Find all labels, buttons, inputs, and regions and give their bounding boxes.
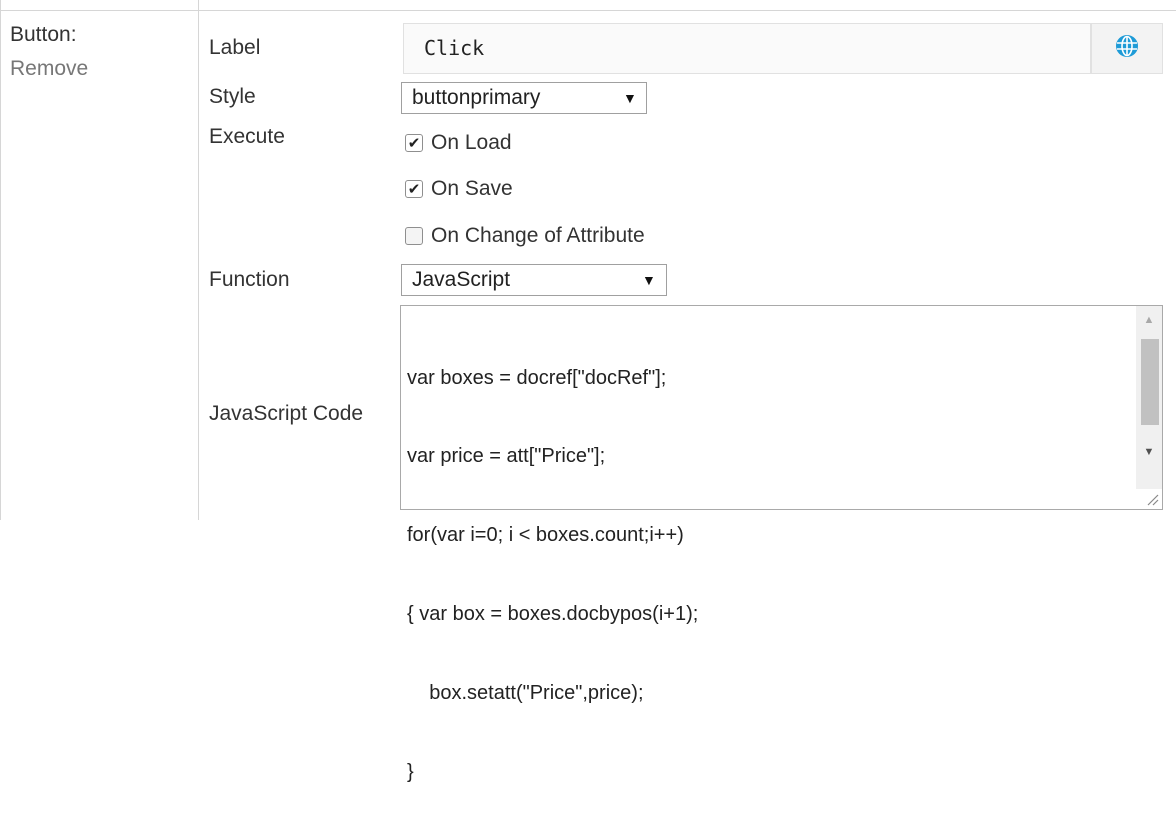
- code-line: var price = att["Price"];: [407, 445, 606, 468]
- remove-link[interactable]: Remove: [10, 56, 88, 82]
- style-select[interactable]: buttonprimary ▼: [401, 82, 647, 114]
- globe-icon: [1115, 34, 1139, 63]
- translate-button[interactable]: [1091, 23, 1163, 74]
- function-select-value: JavaScript: [412, 268, 511, 291]
- scroll-up-arrow-icon[interactable]: ▲: [1136, 310, 1162, 330]
- execute-field-label: Execute: [209, 125, 285, 148]
- code-field-label: JavaScript Code: [209, 402, 364, 425]
- triangle-down-icon: ▼: [642, 272, 656, 288]
- scroll-down-arrow-icon[interactable]: ▼: [1136, 442, 1162, 462]
- resize-grip-icon[interactable]: [1142, 489, 1160, 507]
- style-field-label: Style: [209, 85, 256, 108]
- column-divider: [198, 0, 199, 520]
- code-lines: var boxes = docref["docRef"]; var price …: [407, 312, 698, 838]
- on-save-label: On Save: [431, 177, 513, 200]
- function-field-label: Function: [209, 268, 290, 291]
- function-select[interactable]: JavaScript ▼: [401, 264, 667, 296]
- code-line: box.setatt("Price",price);: [407, 682, 644, 705]
- left-border: [0, 0, 1, 520]
- style-select-value: buttonprimary: [412, 86, 541, 109]
- on-change-checkbox[interactable]: [405, 227, 423, 245]
- scrollbar-thumb[interactable]: [1141, 339, 1159, 425]
- execute-option-on-save[interactable]: ✔ On Save: [405, 176, 513, 202]
- code-line: var boxes = docref["docRef"];: [407, 366, 667, 389]
- triangle-down-icon: ▼: [623, 90, 637, 106]
- execute-option-on-load[interactable]: ✔ On Load: [405, 130, 512, 156]
- checkmark-icon: ✔: [407, 180, 421, 198]
- on-change-label: On Change of Attribute: [431, 224, 645, 247]
- on-load-checkbox[interactable]: ✔: [405, 134, 423, 152]
- execute-option-on-change[interactable]: On Change of Attribute: [405, 223, 645, 249]
- vertical-scrollbar[interactable]: ▲ ▼: [1136, 306, 1162, 489]
- code-line: }: [407, 761, 414, 784]
- javascript-code-editor[interactable]: var boxes = docref["docRef"]; var price …: [400, 305, 1163, 783]
- code-line: for(var i=0; i < boxes.count;i++): [407, 524, 684, 547]
- top-border: [0, 10, 1176, 11]
- section-title: Button:: [10, 23, 77, 46]
- code-line: { var box = boxes.docbypos(i+1);: [407, 603, 699, 626]
- label-input[interactable]: Click: [403, 23, 1091, 74]
- checkmark-icon: ✔: [407, 134, 421, 152]
- label-field-label: Label: [209, 36, 261, 59]
- on-load-label: On Load: [431, 131, 512, 154]
- on-save-checkbox[interactable]: ✔: [405, 180, 423, 198]
